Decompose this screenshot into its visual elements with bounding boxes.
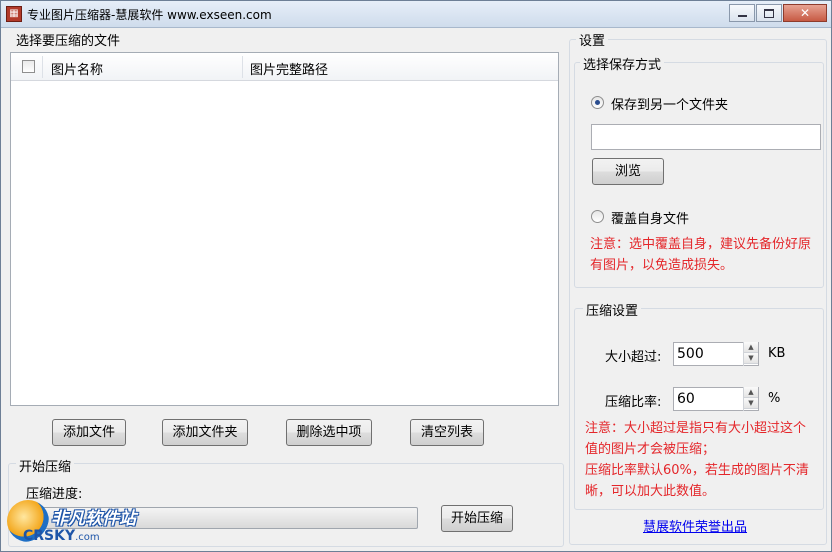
window-title: 专业图片压缩器-慧展软件 www.exseen.com xyxy=(27,8,272,22)
save-other-folder-label[interactable]: 保存到另一个文件夹 xyxy=(611,94,728,113)
compression-note-line2: 压缩比率默认60%，若生成的图片不清晰，可以加大此数值。 xyxy=(585,463,809,499)
maximize-button[interactable] xyxy=(756,4,782,22)
overwrite-radio[interactable] xyxy=(591,210,604,223)
site-watermark: 非凡软件站 CRSKY.com xyxy=(3,494,153,550)
save-other-folder-radio[interactable] xyxy=(591,96,604,109)
select-all-checkbox[interactable] xyxy=(22,60,35,73)
add-file-button[interactable]: 添加文件 xyxy=(52,419,126,446)
save-mode-label: 选择保存方式 xyxy=(580,54,665,73)
spin-down-icon[interactable]: ▼ xyxy=(744,353,758,364)
column-header-path[interactable]: 图片完整路径 xyxy=(250,59,328,78)
start-compress-button[interactable]: 开始压缩 xyxy=(441,505,513,532)
main-window: ▦ 专业图片压缩器-慧展软件 www.exseen.com ✕ 选择要压缩的文件… xyxy=(0,0,832,552)
file-list[interactable]: 图片名称 图片完整路径 xyxy=(10,52,559,406)
file-list-header: 图片名称 图片完整路径 xyxy=(11,53,558,81)
credit-link[interactable]: 慧展软件荣誉出品 xyxy=(643,516,747,535)
close-button[interactable]: ✕ xyxy=(783,4,827,22)
ratio-label: 压缩比率: xyxy=(605,395,662,410)
ratio-unit: % xyxy=(768,391,781,406)
compression-note-line1: 注意：大小超过是指只有大小超过这个值的图片才会被压缩； xyxy=(585,421,807,457)
watermark-domain: CRSKY.com xyxy=(23,528,100,544)
minimize-button[interactable] xyxy=(729,4,755,22)
clear-list-button[interactable]: 清空列表 xyxy=(410,419,484,446)
compression-settings-label: 压缩设置 xyxy=(583,300,642,319)
start-group-label: 开始压缩 xyxy=(16,456,75,475)
folder-path-input[interactable] xyxy=(591,124,821,150)
browse-button[interactable]: 浏览 xyxy=(592,158,664,185)
spin-up-icon[interactable]: ▲ xyxy=(744,342,758,353)
size-threshold-value: 500 xyxy=(677,346,704,362)
ratio-input[interactable]: 60 ▲ ▼ xyxy=(673,387,759,411)
spin-down-icon[interactable]: ▼ xyxy=(744,398,758,409)
column-separator[interactable] xyxy=(242,56,243,78)
overwrite-label[interactable]: 覆盖自身文件 xyxy=(611,208,689,227)
size-threshold-label: 大小超过: xyxy=(605,350,662,365)
spin-up-icon[interactable]: ▲ xyxy=(744,387,758,398)
settings-group-label: 设置 xyxy=(576,30,609,49)
overwrite-warning: 注意：选中覆盖自身，建议先备份好原有图片，以免造成损失。 xyxy=(590,237,812,273)
title-bar[interactable]: ▦ 专业图片压缩器-慧展软件 www.exseen.com ✕ xyxy=(1,1,831,28)
size-unit: KB xyxy=(768,346,786,361)
window-controls: ✕ xyxy=(729,4,827,22)
size-threshold-stepper[interactable]: ▲ ▼ xyxy=(743,342,758,366)
ratio-value: 60 xyxy=(677,391,695,407)
size-threshold-input[interactable]: 500 ▲ ▼ xyxy=(673,342,759,366)
app-icon: ▦ xyxy=(6,6,22,22)
column-header-name[interactable]: 图片名称 xyxy=(51,59,103,78)
watermark-brand: 非凡软件站 xyxy=(51,509,136,529)
delete-selected-button[interactable]: 删除选中项 xyxy=(286,419,372,446)
files-group-label: 选择要压缩的文件 xyxy=(13,30,124,49)
ratio-stepper[interactable]: ▲ ▼ xyxy=(743,387,758,411)
column-separator[interactable] xyxy=(42,56,43,78)
add-folder-button[interactable]: 添加文件夹 xyxy=(162,419,248,446)
